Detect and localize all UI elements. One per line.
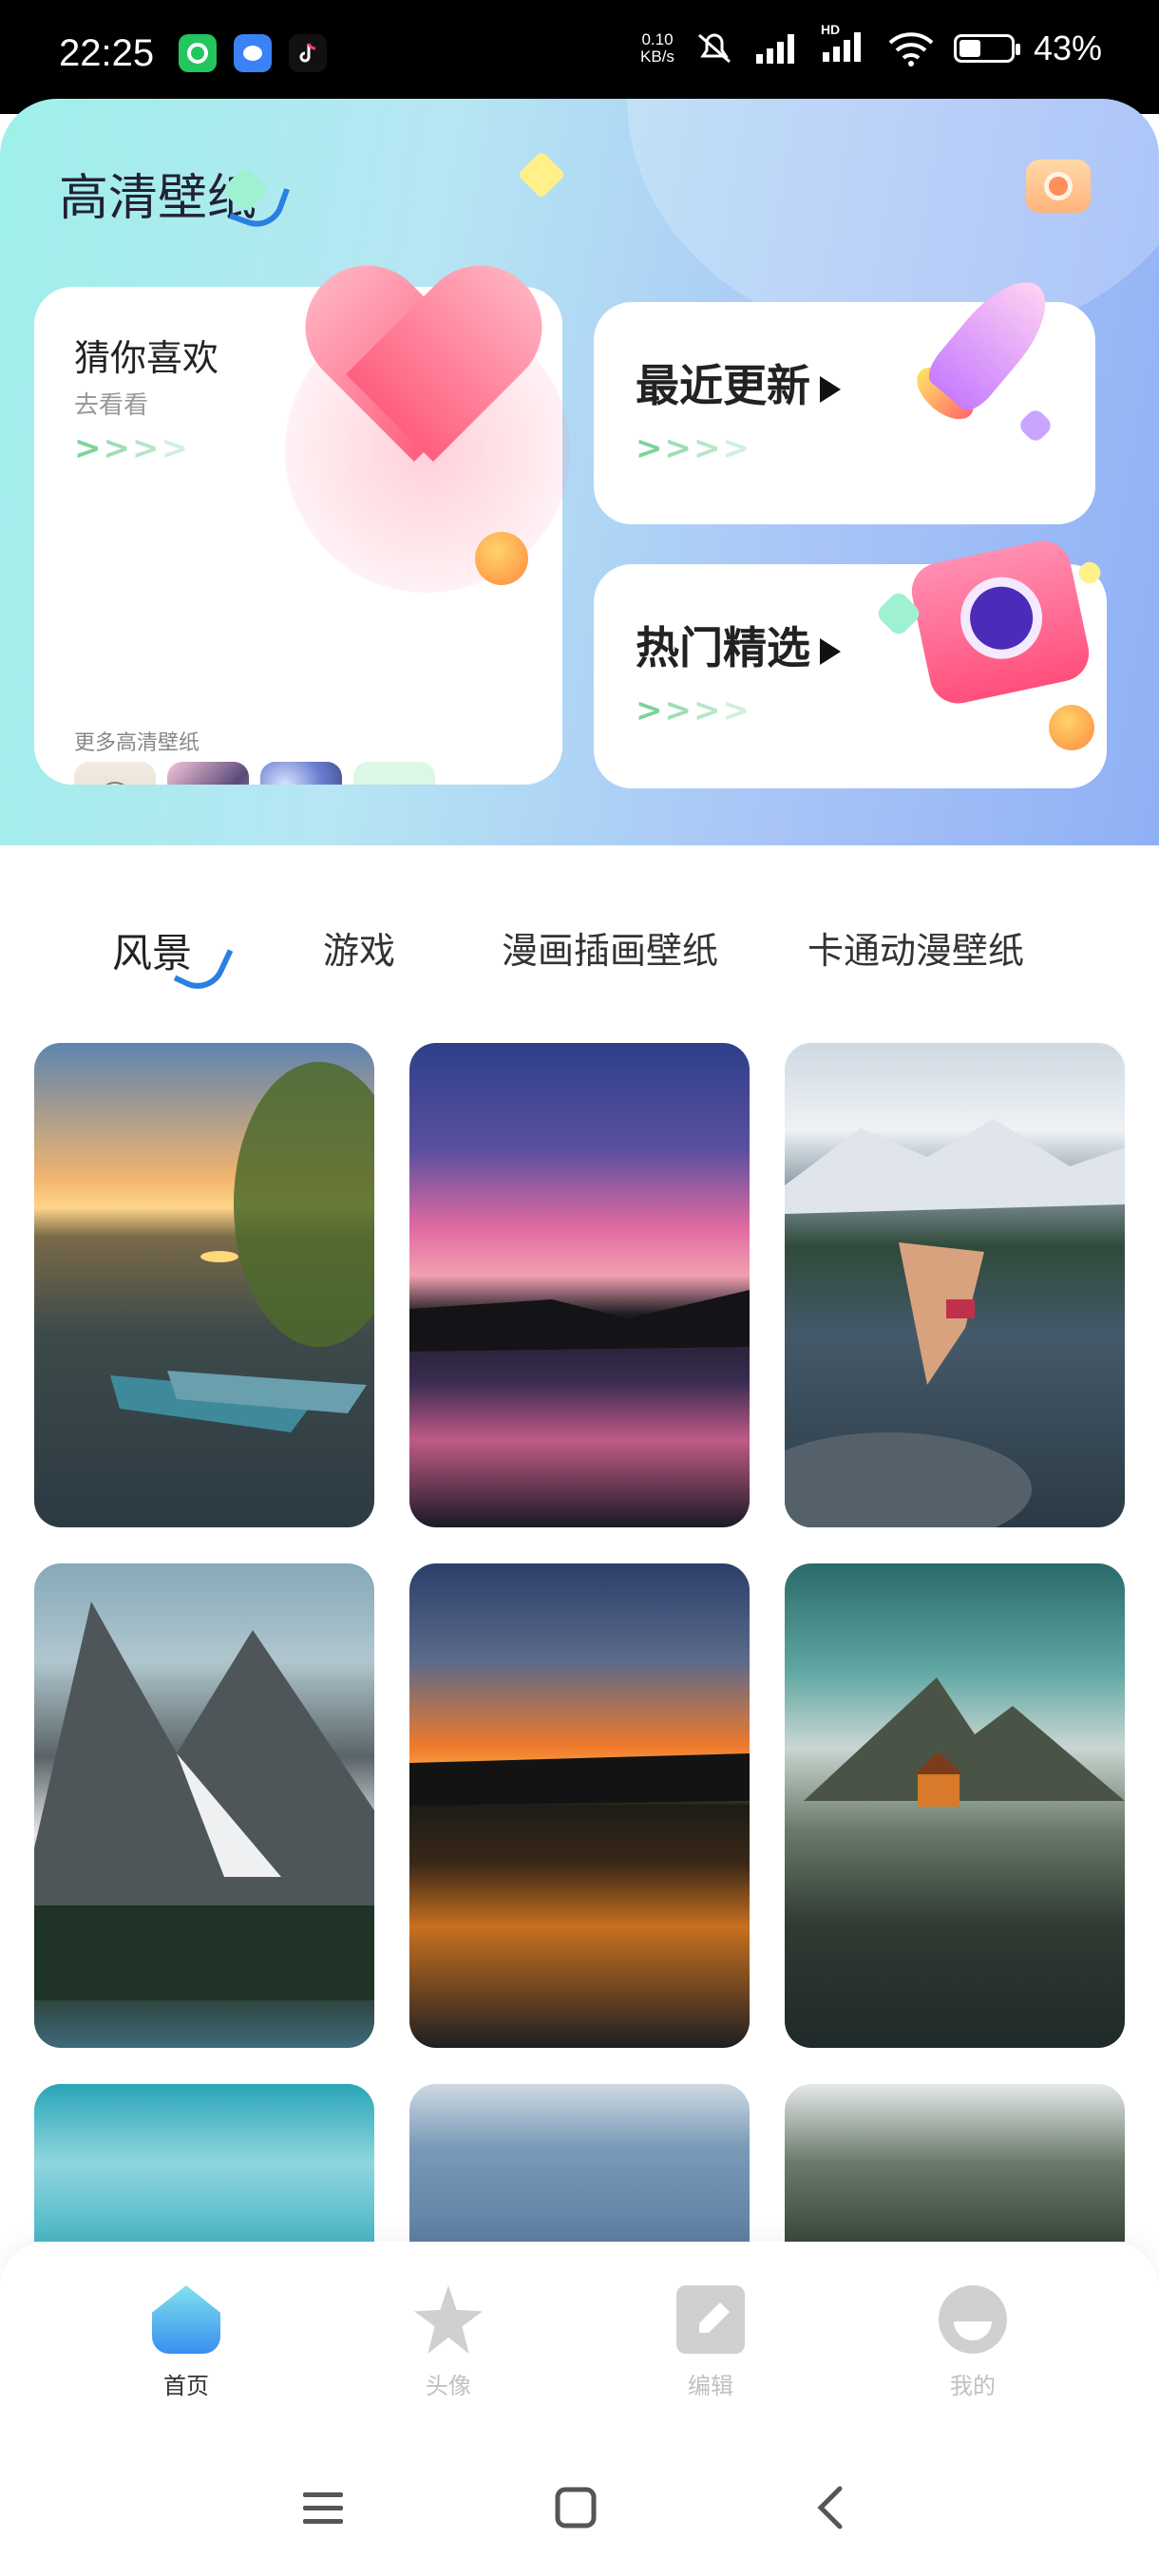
wallpaper-tile-misty-forest-waterfall[interactable]	[785, 2084, 1125, 2242]
play-arrow-icon	[820, 375, 841, 403]
nav-avatar[interactable]: 头像	[382, 2285, 515, 2400]
latest-card-arrows: > > > >	[636, 429, 750, 467]
hot-card-arrows: > > > >	[636, 691, 750, 729]
home-icon	[152, 2285, 220, 2354]
latest-card-title: 最近更新	[636, 351, 841, 414]
status-right: 0.10 KB/s HD 43%	[640, 22, 1102, 68]
emoji-badge-icon	[1049, 705, 1094, 750]
tab-comic-illustration[interactable]: 漫画插画壁纸	[502, 921, 718, 974]
more-wallpapers-thumbs	[74, 762, 435, 785]
status-bar: 22:25 0.10 KB/s HD 43%	[0, 0, 1159, 114]
star-icon	[414, 2285, 483, 2354]
wallpaper-tile-mountain-house-reflection[interactable]	[785, 1563, 1125, 2048]
wallpaper-tile-snowy-peaks-forest[interactable]	[34, 1563, 374, 2048]
system-nav	[0, 2470, 1159, 2546]
battery-percent: 43%	[1033, 28, 1102, 67]
emoji-badge-icon	[475, 532, 528, 585]
signal-hd: HD	[821, 22, 868, 68]
thumb-chibi-girl[interactable]	[74, 762, 156, 785]
wallpaper-tile-sky-clouds-teal[interactable]	[34, 2084, 374, 2242]
tiktok-icon	[289, 34, 327, 72]
net-speed: 0.10 KB/s	[640, 30, 674, 66]
thumb-anime-couple[interactable]	[167, 762, 249, 785]
wifi-icon	[888, 32, 934, 66]
wallpaper-tile-sunset-lake-boats[interactable]	[34, 1043, 374, 1527]
header-banner: 高清壁纸 猜你喜欢 去看看 > > > > 更多高清壁纸 最近更新 > > > >	[0, 99, 1159, 845]
back-icon[interactable]	[792, 2470, 868, 2546]
battery-icon	[953, 34, 1020, 63]
mute-icon	[697, 33, 731, 64]
notification-icons	[179, 34, 327, 72]
gem-decor-icon	[517, 150, 566, 199]
tab-games[interactable]: 游戏	[323, 921, 395, 974]
more-thumbs-arrow-icon[interactable]	[353, 762, 435, 785]
menu-icon[interactable]	[285, 2470, 361, 2546]
app-green-icon	[179, 34, 217, 72]
nav-edit[interactable]: 编辑	[644, 2285, 777, 2400]
play-arrow-icon	[820, 637, 841, 665]
rocket-3d-icon	[907, 265, 1083, 429]
status-time: 22:25	[59, 32, 155, 74]
wallpaper-tile-pink-cloud-lake[interactable]	[409, 1043, 750, 1527]
hot-card-title: 热门精选	[636, 614, 841, 676]
nav-home[interactable]: 首页	[120, 2285, 253, 2400]
guess-card-arrows: > > > >	[74, 429, 188, 467]
category-tabs: 风景 游戏 漫画插画壁纸 卡通动漫壁纸	[0, 921, 1159, 982]
wallpaper-tile-calm-water[interactable]	[409, 2084, 750, 2242]
profile-icon	[939, 2285, 1007, 2354]
guess-card-subtitle: 去看看	[74, 391, 149, 420]
thumb-blue-flowers[interactable]	[260, 762, 342, 785]
wallpaper-tile-diver-mountain-lake[interactable]	[785, 1043, 1125, 1527]
wallpaper-tile-orange-sunset-water[interactable]	[409, 1563, 750, 2048]
app-blue-icon	[234, 34, 272, 72]
more-wallpapers-label: 更多高清壁纸	[74, 731, 200, 755]
guess-card-title: 猜你喜欢	[74, 337, 219, 379]
nav-profile[interactable]: 我的	[906, 2285, 1039, 2400]
home-square-icon[interactable]	[538, 2470, 614, 2546]
camera-icon[interactable]	[1026, 160, 1091, 213]
edit-icon	[676, 2285, 745, 2354]
tab-cartoon-anime[interactable]: 卡通动漫壁纸	[808, 921, 1024, 974]
signal-icon	[755, 34, 794, 64]
heart-3d-icon	[310, 272, 528, 471]
